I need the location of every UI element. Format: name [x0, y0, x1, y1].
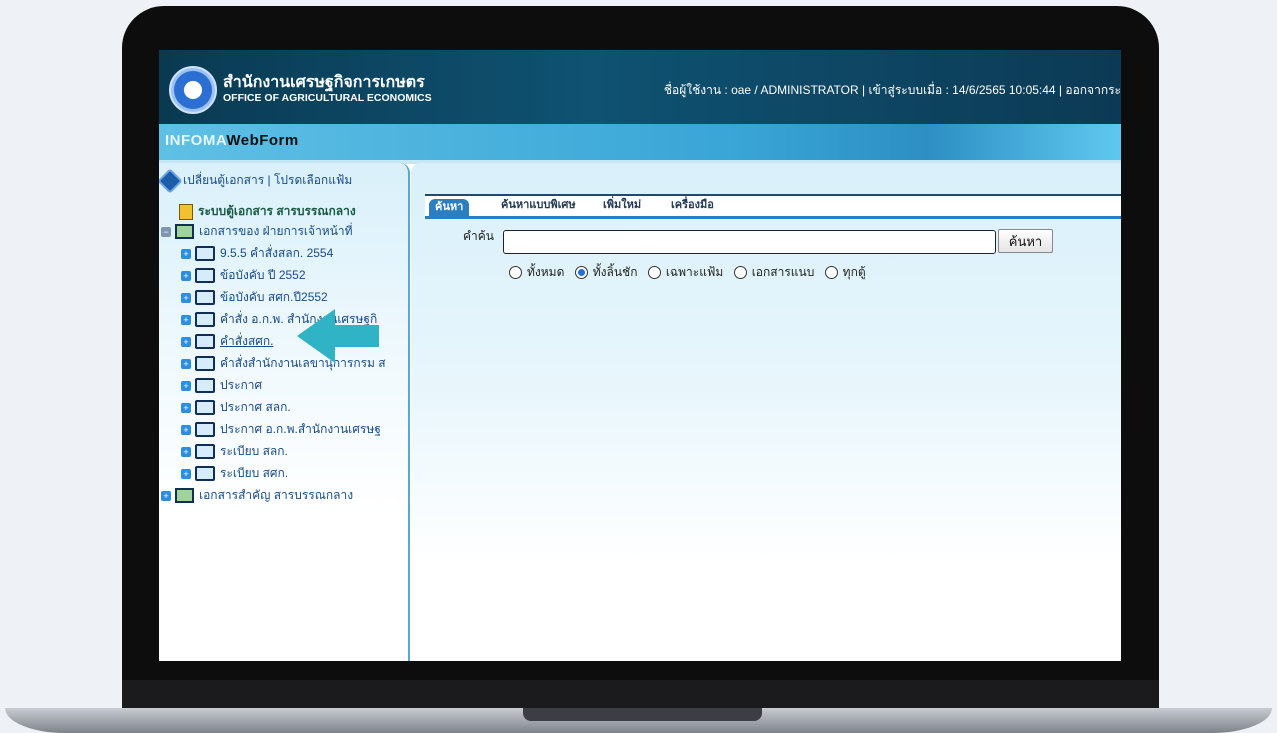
radio-icon[interactable] — [733, 266, 747, 280]
search-input[interactable] — [503, 230, 996, 254]
tree-node-hr-docs[interactable]: − เอกสารของ ฝ่ายการเจ้าหน้าที่ — [161, 221, 353, 241]
folder-icon — [195, 246, 215, 262]
collapse-icon[interactable]: − — [161, 226, 171, 237]
tab-bar: ค้นหา ค้นหาแบบพิเศษ เพิ่มใหม่ เครื่องมือ — [425, 194, 1121, 219]
folder-icon — [195, 422, 215, 438]
tree-label: ประกาศ สลก. — [220, 400, 291, 414]
expand-icon[interactable]: + — [181, 336, 191, 347]
open-folder-icon — [175, 224, 194, 240]
radio-icon[interactable] — [824, 266, 838, 280]
expand-icon[interactable]: + — [181, 314, 191, 325]
tree-item-selected[interactable]: + คำสั่งสศก. — [181, 331, 274, 351]
option-label: ทั้งหมด — [527, 265, 565, 279]
tree-label: ข้อบังคับ ปี 2552 — [220, 268, 306, 282]
tree-item[interactable]: + ประกาศ อ.ก.พ.สำนักงานเศรษฐ — [181, 419, 405, 439]
sidebar: เปลี่ยนตู้เอกสาร | โปรดเลือกแฟ้ม ระบบตู้… — [159, 163, 410, 661]
tree-label: ระเบียบ สลก. — [220, 444, 288, 458]
open-folder-icon — [175, 488, 194, 504]
sidebar-head-label: เปลี่ยนตู้เอกสาร | โปรดเลือกแฟ้ม — [183, 173, 353, 187]
folder-icon — [195, 356, 215, 372]
tree-item[interactable]: + ประกาศ สลก. — [181, 397, 291, 417]
tree-item[interactable]: + ประกาศ — [181, 375, 262, 395]
org-name-en: OFFICE OF AGRICULTURAL ECONOMICS — [223, 92, 432, 104]
expand-icon[interactable]: + — [181, 270, 191, 281]
brand-part2: WebForm — [226, 132, 299, 149]
folder-icon — [195, 312, 215, 328]
tree-label: ข้อบังคับ สศก.ปี2552 — [220, 290, 328, 304]
brand-bar — [159, 124, 1121, 160]
tab-add-new[interactable]: เพิ่มใหม่ — [597, 197, 647, 214]
tree-item[interactable]: +9.5.5 คำสั่งสลก. 2554 — [181, 243, 333, 263]
main-panel: ค้นหา ค้นหาแบบพิเศษ เพิ่มใหม่ เครื่องมือ… — [411, 163, 1121, 661]
tab-advanced-search[interactable]: ค้นหาแบบพิเศษ — [495, 197, 582, 214]
tree-label: ระเบียบ สศก. — [220, 466, 289, 480]
app-screen: สำนักงานเศรษฐกิจการเกษตร OFFICE OF AGRIC… — [159, 50, 1121, 661]
option-all[interactable]: ทั้งหมด — [509, 263, 564, 282]
expand-icon[interactable]: + — [181, 380, 191, 391]
brand-part1: INFOMA — [165, 132, 227, 149]
tree-label-link[interactable]: คำสั่งสศก. — [220, 334, 274, 348]
tree-label: เอกสารสำคัญ สารบรรณกลาง — [199, 488, 354, 502]
option-label: ทุกตู้ — [842, 265, 866, 279]
option-label: เอกสารแนบ — [751, 265, 815, 279]
expand-icon[interactable]: + — [181, 424, 191, 435]
folder-icon — [195, 378, 215, 394]
app-header: สำนักงานเศรษฐกิจการเกษตร OFFICE OF AGRIC… — [159, 50, 1121, 124]
tree-label: ระบบตู้เอกสาร สารบรรณกลาง — [198, 204, 356, 218]
laptop-notch — [523, 708, 762, 721]
radio-icon[interactable] — [647, 266, 661, 280]
expand-icon[interactable]: + — [181, 446, 191, 457]
option-attachment[interactable]: เอกสารแนบ — [733, 263, 815, 282]
tree-node-central-docs[interactable]: + เอกสารสำคัญ สารบรรณกลาง — [161, 485, 353, 505]
laptop-chin — [122, 680, 1159, 710]
expand-icon[interactable]: + — [181, 402, 191, 413]
tree-label: เอกสารของ ฝ่ายการเจ้าหน้าที่ — [199, 224, 353, 238]
option-label: เฉพาะแฟ้ม — [665, 265, 724, 279]
cabinet-icon — [179, 203, 193, 220]
tab-tools[interactable]: เครื่องมือ — [665, 197, 720, 214]
pointer-arrow-icon — [297, 309, 379, 363]
tree-item[interactable]: + ระเบียบ สศก. — [181, 463, 288, 483]
tree-item[interactable]: + ข้อบังคับ ปี 2552 — [181, 265, 306, 285]
search-label: คำค้น — [463, 229, 494, 243]
option-label: ทั้งลิ้นชัก — [592, 265, 638, 279]
tree-item[interactable]: + ระเบียบ สลก. — [181, 441, 288, 461]
option-drawer[interactable]: ทั้งลิ้นชัก — [574, 263, 638, 282]
brand-logo: INFOMAWebForm — [165, 132, 299, 149]
tree-label: ประกาศ อ.ก.พ.สำนักงานเศรษฐ — [220, 422, 381, 436]
tree-label: 9.5.5 คำสั่งสลก. 2554 — [220, 246, 334, 260]
cabinet-switch-icon — [159, 168, 183, 194]
expand-icon[interactable]: + — [181, 248, 191, 259]
expand-icon[interactable]: + — [181, 468, 191, 479]
change-cabinet-link[interactable]: เปลี่ยนตู้เอกสาร | โปรดเลือกแฟ้ม — [159, 168, 353, 194]
radio-icon[interactable] — [509, 266, 522, 280]
tree-label: ประกาศ — [220, 378, 263, 392]
option-folder[interactable]: เฉพาะแฟ้ม — [647, 263, 724, 282]
folder-icon — [195, 290, 215, 306]
folder-icon — [195, 334, 215, 350]
tree-root-cabinet[interactable]: ระบบตู้เอกสาร สารบรรณกลาง — [179, 201, 356, 221]
expand-icon[interactable]: + — [181, 292, 191, 303]
org-seal-icon — [169, 66, 217, 114]
tree-item[interactable]: + ข้อบังคับ สศก.ปี2552 — [181, 287, 328, 307]
folder-icon — [195, 466, 215, 482]
expand-icon[interactable]: + — [181, 358, 191, 369]
folder-icon — [195, 444, 215, 460]
folder-icon — [195, 400, 215, 416]
expand-icon[interactable]: + — [161, 490, 171, 501]
tab-search[interactable]: ค้นหา — [429, 199, 470, 216]
radio-checked-icon[interactable] — [574, 266, 588, 280]
user-info: ชื่อผู้ใช้งาน : oae / ADMINISTRATOR | เข… — [663, 83, 1121, 97]
search-scope-options: ทั้งหมด ทั้งลิ้นชัก เฉพาะแฟ้ม เอกสารแนบ … — [509, 263, 873, 282]
folder-icon — [195, 268, 215, 284]
search-button[interactable]: ค้นหา — [998, 229, 1053, 253]
option-all-cabinets[interactable]: ทุกตู้ — [824, 263, 866, 282]
